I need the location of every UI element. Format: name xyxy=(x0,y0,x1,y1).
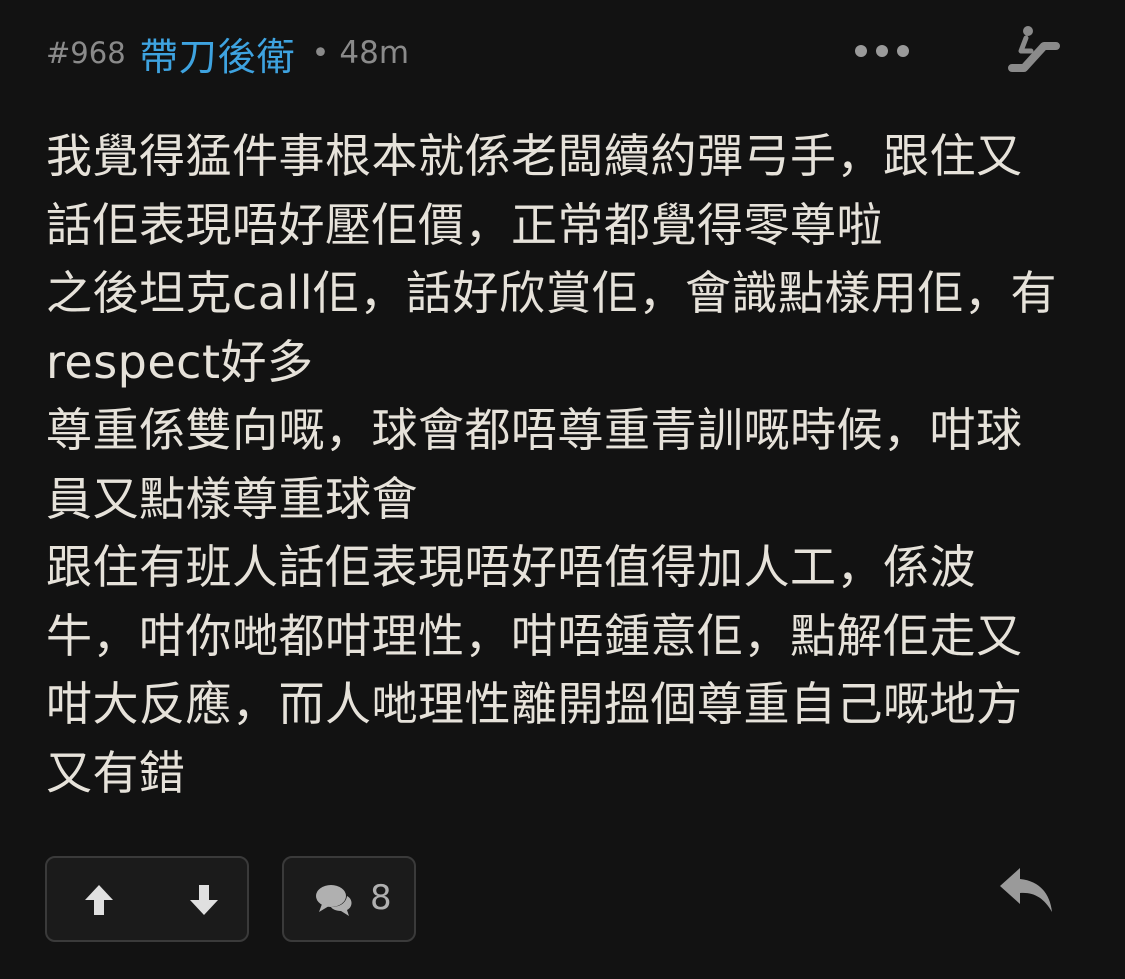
content-line: respect好多 xyxy=(46,334,314,389)
escalator-icon[interactable] xyxy=(1004,24,1060,76)
post-number: #968 xyxy=(46,36,126,70)
arrow-up-icon[interactable] xyxy=(81,882,117,918)
reply-arrow-icon[interactable] xyxy=(998,864,1056,916)
content-line: 我覺得猛件事根本就係老闆續約彈弓手，跟住又 xyxy=(46,129,1023,183)
arrow-down-icon[interactable] xyxy=(186,882,222,918)
content-line: 尊重係雙向嘅，球會都唔尊重青訓嘅時候，咁球 xyxy=(46,403,1023,457)
vote-box xyxy=(45,856,249,942)
content-line: 員又點樣尊重球會 xyxy=(46,471,418,526)
separator-dot: • xyxy=(311,35,330,71)
comment-button[interactable]: 8 xyxy=(282,856,416,942)
comment-bubbles-icon xyxy=(316,885,352,916)
post-content: 我覺得猛件事根本就係老闆續約彈弓手，跟住又 話佢表現唔好壓佢價，正常都覺得零尊啦… xyxy=(46,122,1086,807)
content-line: 牛，咁你哋都咁理性，咁唔鍾意佢，點解佢走又 xyxy=(46,608,1023,663)
content-line: 咁大反應，而人哋理性離開搵個尊重自己嘅地方 xyxy=(46,677,1023,731)
comment-count: 8 xyxy=(370,878,392,918)
content-line: 之後坦克call佢，話好欣賞佢，會識點樣用佢，有 xyxy=(46,266,1058,320)
content-line: 話佢表現唔好壓佢價，正常都覺得零尊啦 xyxy=(46,197,883,252)
content-line: 跟住有班人話佢表現唔好唔值得加人工，係波 xyxy=(46,540,976,594)
post-time: 48m xyxy=(339,35,410,71)
post-header: #968 帶刀後衛 • 48m xyxy=(46,26,410,81)
more-dots-icon[interactable] xyxy=(855,36,909,66)
author-name[interactable]: 帶刀後衛 xyxy=(140,26,296,81)
content-line: 又有錯 xyxy=(46,745,186,800)
